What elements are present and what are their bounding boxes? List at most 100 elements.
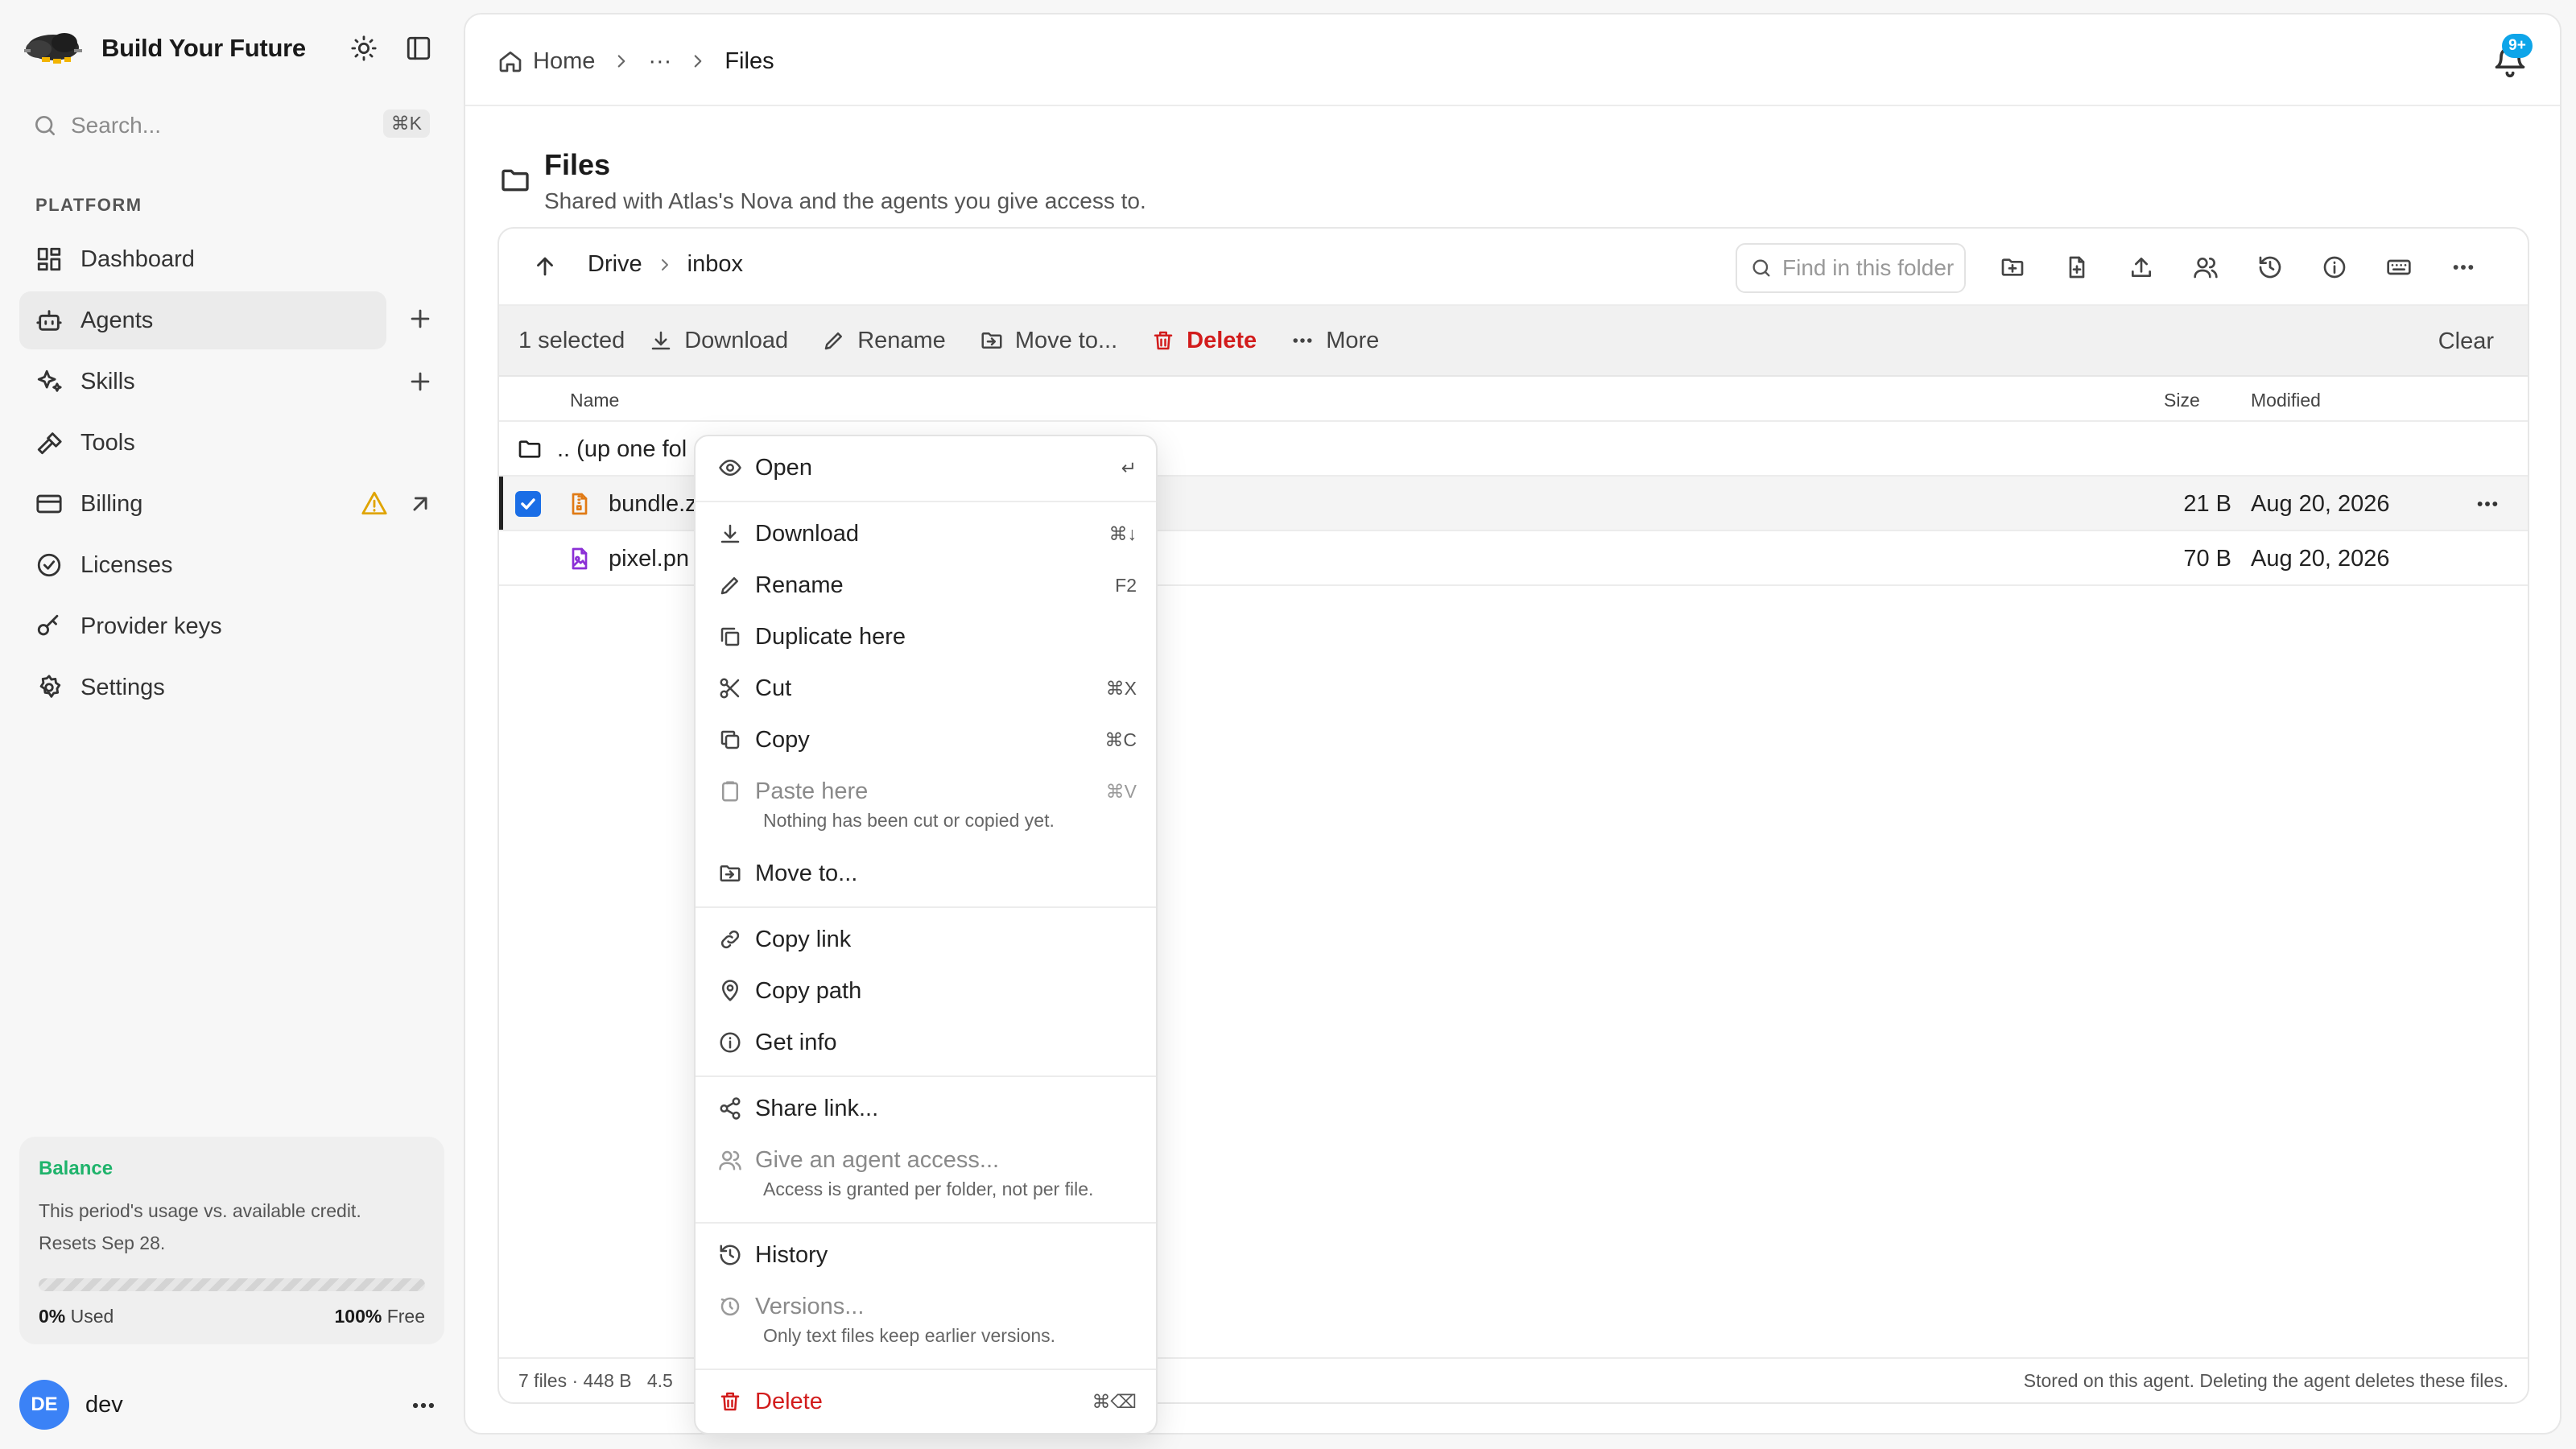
versions-icon	[720, 1297, 740, 1316]
history-button[interactable]	[2254, 251, 2286, 283]
toolbar-actions	[1996, 251, 2512, 283]
menu-item-copy[interactable]: Copy ⌘C	[718, 720, 1137, 760]
selection-delete-button[interactable]: Delete	[1151, 328, 1257, 354]
menu-item-paste[interactable]: Paste here ⌘V	[718, 771, 1137, 811]
menu-item-download[interactable]: Download ⌘↓	[718, 514, 1137, 554]
sidebar-search[interactable]: Search... ⌘K	[32, 108, 435, 143]
badge-check-icon	[37, 553, 61, 577]
file-modified: Aug 20, 2026	[2251, 546, 2390, 572]
menu-item-copy-link[interactable]: Copy link	[718, 919, 1137, 960]
toggle-sidebar-button[interactable]	[401, 31, 436, 66]
menu-item-label: Move to...	[755, 860, 858, 886]
selection-rename-button[interactable]: Rename	[822, 328, 946, 354]
new-folder-button[interactable]	[1996, 251, 2029, 283]
section-label-platform: PLATFORM	[35, 195, 142, 215]
menu-item-give-access[interactable]: Give an agent access...	[718, 1140, 1137, 1180]
sparkles-icon	[37, 369, 62, 392]
hammer-icon	[37, 432, 62, 455]
footer-summary: 7 files · 448 B 4.5	[518, 1370, 673, 1391]
menu-item-label: Delete	[755, 1388, 823, 1414]
file-size: 70 B	[2183, 546, 2231, 572]
info-button[interactable]	[2318, 251, 2351, 283]
selection-count: 1 selected	[518, 327, 625, 353]
menu-item-open[interactable]: Open ↵	[718, 448, 1137, 488]
sidebar-item-skills[interactable]: Skills	[19, 353, 438, 411]
brand-logo-icon	[24, 33, 82, 64]
menu-item-duplicate[interactable]: Duplicate here	[718, 617, 1137, 657]
menu-item-label: Download	[755, 520, 859, 547]
menu-item-label: Copy	[755, 726, 810, 753]
user-menu[interactable]: DE dev	[19, 1380, 444, 1430]
footer-note: Stored on this agent. Deleting the agent…	[2023, 1370, 2508, 1391]
brand-title: Build Your Future	[101, 34, 306, 62]
sidebar-item-provider-keys[interactable]: Provider keys	[19, 597, 438, 655]
new-file-button[interactable]	[2061, 251, 2093, 283]
manage-access-button[interactable]	[2190, 251, 2222, 283]
selection-more-label: More	[1326, 327, 1380, 353]
keyboard-shortcuts-button[interactable]	[2383, 251, 2415, 283]
sidebar-nav: Dashboard Agents Skills Tools Billing Li…	[19, 230, 438, 720]
users-icon	[2194, 258, 2218, 279]
up-folder-label: .. (up one fol	[557, 436, 687, 462]
menu-item-cut[interactable]: Cut ⌘X	[718, 668, 1137, 708]
theme-toggle-button[interactable]	[346, 31, 382, 66]
sidebar-item-agents[interactable]: Agents	[19, 291, 386, 349]
breadcrumb-home[interactable]: Home	[533, 48, 595, 75]
menu-item-delete[interactable]: Delete ⌘⌫	[718, 1381, 1137, 1422]
notifications-button[interactable]: 9+	[2492, 34, 2533, 79]
brand[interactable]: Build Your Future	[18, 24, 306, 72]
sidebar-item-label: Dashboard	[80, 246, 195, 272]
more-actions-button[interactable]	[2447, 251, 2479, 283]
menu-item-label: History	[755, 1241, 828, 1268]
menu-item-move[interactable]: Move to...	[718, 853, 1137, 894]
notification-badge: 9+	[2502, 34, 2533, 58]
selection-more-button[interactable]: More	[1290, 328, 1379, 354]
file-modified: Aug 20, 2026	[2251, 491, 2390, 517]
column-modified[interactable]: Modified	[2251, 390, 2321, 411]
browser-toolbar: Drive inbox Find in this folder	[499, 229, 2528, 306]
menu-item-history[interactable]: History	[718, 1235, 1137, 1275]
upload-button[interactable]	[2125, 251, 2157, 283]
find-in-folder-input[interactable]: Find in this folder	[1736, 243, 1966, 293]
selection-move-label: Move to...	[1014, 327, 1118, 353]
path-segment-drive[interactable]: Drive	[588, 251, 642, 278]
sidebar-item-tools[interactable]: Tools	[19, 414, 438, 472]
menu-item-label: Versions...	[755, 1293, 865, 1319]
sidebar-item-settings[interactable]: Settings	[19, 658, 438, 716]
row-checkbox[interactable]	[515, 491, 541, 517]
folder-move-icon	[720, 865, 741, 881]
menu-item-label: Copy path	[755, 977, 862, 1004]
add-skill-button[interactable]	[404, 365, 436, 398]
billing-external-button[interactable]	[404, 488, 436, 520]
clear-selection-button[interactable]: Clear	[2438, 328, 2494, 355]
folder-plus-icon	[2001, 258, 2024, 276]
user-more-button[interactable]	[407, 1389, 440, 1422]
up-folder-button[interactable]	[531, 253, 560, 282]
column-size[interactable]: Size	[2164, 390, 2200, 411]
search-shortcut: ⌘K	[382, 109, 430, 138]
selection-move-button[interactable]: Move to...	[980, 328, 1117, 354]
menu-separator	[696, 1222, 1156, 1224]
more-horizontal-icon	[2477, 502, 2498, 506]
sidebar-item-billing[interactable]: Billing	[19, 475, 438, 533]
menu-item-versions[interactable]: Versions...	[718, 1286, 1137, 1327]
key-icon	[37, 614, 59, 636]
row-more-button[interactable]	[2471, 488, 2504, 520]
file-plus-icon	[2069, 256, 2085, 279]
breadcrumb-separator	[611, 51, 632, 72]
column-name[interactable]: Name	[570, 390, 619, 411]
balance-title: Balance	[39, 1158, 114, 1179]
menu-item-rename[interactable]: Rename F2	[718, 565, 1137, 605]
breadcrumb-ellipsis[interactable]: ···	[648, 48, 671, 75]
add-agent-button[interactable]	[404, 303, 436, 335]
sidebar-item-licenses[interactable]: Licenses	[19, 536, 438, 594]
path-segment-inbox[interactable]: inbox	[687, 251, 743, 278]
menu-item-copy-path[interactable]: Copy path	[718, 971, 1137, 1011]
info-icon	[720, 1032, 741, 1053]
selection-download-button[interactable]: Download	[649, 328, 788, 354]
breadcrumb-current: Files	[724, 47, 774, 74]
breadcrumb-separator	[687, 51, 708, 72]
menu-item-get-info[interactable]: Get info	[718, 1022, 1137, 1063]
menu-item-share-link[interactable]: Share link...	[718, 1088, 1137, 1129]
sidebar-item-dashboard[interactable]: Dashboard	[19, 230, 438, 288]
